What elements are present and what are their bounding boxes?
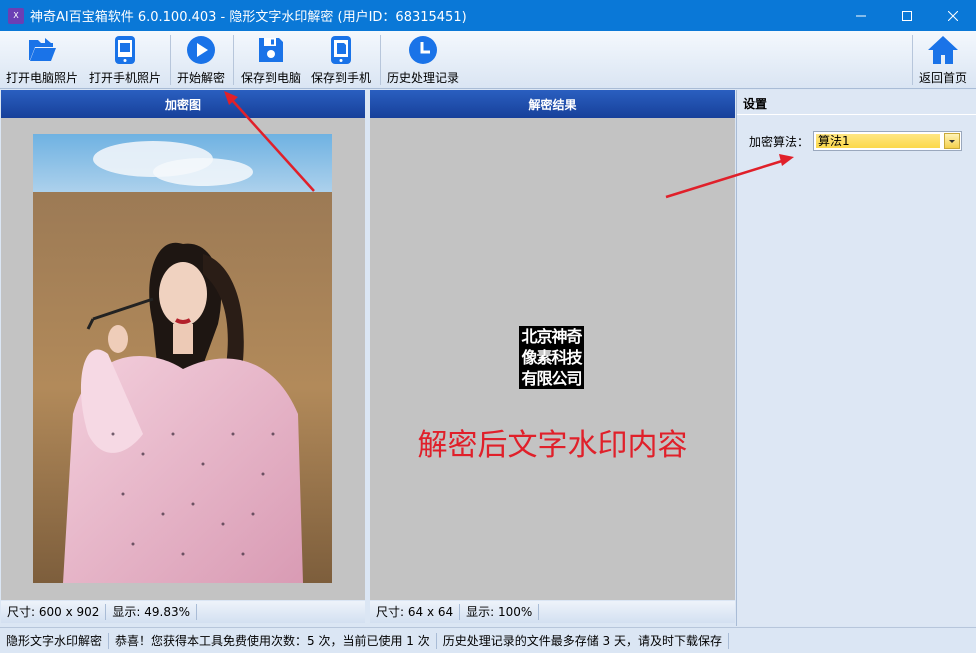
start-decrypt-button[interactable]: 开始解密: [177, 34, 225, 86]
result-image-size: 尺寸: 64 x 64: [370, 604, 461, 620]
app-logo-icon: X: [8, 7, 24, 24]
watermark-caption: 解密后文字水印内容: [417, 428, 688, 463]
save-to-pc-label: 保存到电脑: [241, 71, 302, 85]
status-usage-info: 恭喜！您获得本工具免费使用次数：5 次，当前已使用 1 次: [109, 632, 437, 649]
status-module-name: 隐形文字水印解密: [0, 632, 110, 649]
watermark-line: 像素科技: [521, 348, 582, 367]
result-image-zoom: 显示: 100%: [460, 604, 540, 620]
watermark-line: 有限公司: [521, 369, 582, 388]
clock-icon: [407, 34, 439, 66]
save-to-phone-label: 保存到手机: [311, 71, 372, 85]
open-pc-photo-button[interactable]: 打开电脑照片: [6, 34, 78, 86]
settings-title: 设置: [743, 97, 768, 111]
folder-open-icon: [26, 34, 58, 66]
settings-divider: [737, 114, 976, 115]
status-history-note: 历史处理记录的文件最多存储 3 天，请及时下载保存: [437, 632, 730, 649]
save-to-phone-button[interactable]: 保存到手机: [311, 34, 371, 86]
watermark-line: 北京神奇: [521, 327, 582, 346]
start-decrypt-label: 开始解密: [177, 71, 226, 85]
algorithm-label: 加密算法：: [749, 135, 810, 149]
encrypted-image-statusbar: 尺寸: 600 x 902 显示: 49.83%: [1, 601, 365, 623]
open-phone-photo-label: 打开手机照片: [89, 71, 162, 85]
phone-icon: [109, 34, 141, 66]
encrypted-photo: [33, 134, 332, 583]
save-to-pc-button[interactable]: 保存到电脑: [241, 34, 301, 86]
toolbar-divider: [170, 35, 171, 85]
settings-panel: 设置 加密算法： 算法1: [736, 90, 976, 626]
decrypted-watermark-image: 北京神奇 像素科技 有限公司: [519, 326, 584, 389]
status-bar: 隐形文字水印解密 恭喜！您获得本工具免费使用次数：5 次，当前已使用 1 次 历…: [0, 627, 976, 653]
phone-save-icon: [325, 34, 357, 66]
toolbar-divider: [380, 35, 381, 85]
back-home-button[interactable]: 返回首页: [919, 34, 967, 86]
title-bar: X 神奇AI百宝箱软件 6.0.100.403 - 隐形文字水印解密 (用户ID…: [0, 0, 976, 31]
history-button[interactable]: 历史处理记录: [387, 34, 459, 86]
maximize-button[interactable]: [884, 0, 930, 31]
encrypted-image-zoom: 显示: 49.83%: [106, 604, 198, 620]
encrypted-image-size: 尺寸: 600 x 902: [1, 604, 107, 620]
home-icon: [927, 34, 959, 66]
dropdown-arrow-icon[interactable]: [944, 133, 960, 149]
close-button[interactable]: [930, 0, 976, 31]
toolbar-divider: [233, 35, 234, 85]
decrypt-result-header: 解密结果: [370, 90, 735, 118]
algorithm-select[interactable]: 算法1: [813, 131, 962, 151]
minimize-button[interactable]: [838, 0, 884, 31]
open-phone-photo-button[interactable]: 打开手机照片: [89, 34, 161, 86]
open-pc-photo-label: 打开电脑照片: [6, 71, 79, 85]
history-label: 历史处理记录: [387, 71, 460, 85]
save-disk-icon: [255, 34, 287, 66]
toolbar: 打开电脑照片 打开手机照片 开始解密 保存到电脑 保存到手机 历史处理记录 返回…: [0, 31, 976, 89]
window-title: 神奇AI百宝箱软件 6.0.100.403 - 隐形文字水印解密 (用户ID：6…: [30, 10, 467, 25]
algorithm-selected-value: 算法1: [816, 134, 940, 148]
decrypt-result-statusbar: 尺寸: 64 x 64 显示: 100%: [370, 601, 735, 623]
encrypted-image-header: 加密图: [1, 90, 365, 118]
toolbar-divider: [912, 35, 913, 85]
back-home-label: 返回首页: [919, 71, 968, 85]
play-icon: [185, 34, 217, 66]
